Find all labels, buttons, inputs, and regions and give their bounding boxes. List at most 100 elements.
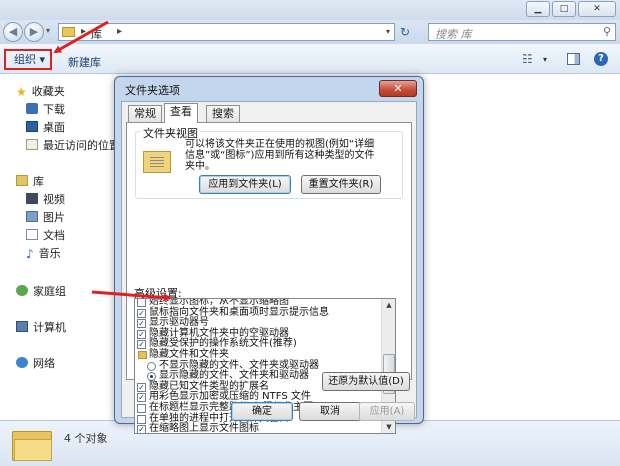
- network-icon: [16, 357, 28, 368]
- nav-label: 文档: [43, 229, 65, 242]
- address-row: ◀ ▶ ▾ ▸ 库 ▸ ▾ ↻ 搜索 库 ⚲: [0, 20, 620, 44]
- back-button[interactable]: ◀: [3, 22, 23, 42]
- cancel-button[interactable]: 取消: [299, 402, 361, 421]
- breadcrumb-separator[interactable]: ▸: [117, 26, 122, 37]
- nav-label: 收藏夹: [31, 85, 65, 98]
- nav-downloads[interactable]: 下载: [26, 101, 65, 117]
- dialog-close-button[interactable]: ✕: [379, 80, 417, 97]
- nav-label: 网络: [33, 357, 55, 370]
- download-folder-icon: [26, 103, 38, 114]
- checkbox-checked-icon[interactable]: ✓: [137, 319, 146, 329]
- refresh-icon[interactable]: ↻: [400, 25, 410, 39]
- recent-pages-dropdown[interactable]: ▾: [46, 26, 50, 35]
- folder-views-description: 可以将该文件夹正在使用的视图(例如“详细信息”或“图标”)应用到所有这种类型的文…: [185, 139, 375, 172]
- nav-label: 库: [33, 175, 44, 188]
- preview-pane-icon[interactable]: [567, 53, 580, 65]
- nav-favorites[interactable]: ★ 收藏夹: [16, 83, 65, 99]
- nav-label: 视频: [43, 193, 65, 206]
- organize-button[interactable]: 组织 ▾: [4, 49, 52, 70]
- desktop-icon: [26, 121, 38, 132]
- radio-icon[interactable]: [147, 361, 156, 371]
- nav-label: 计算机: [33, 321, 66, 334]
- folder-view-icon: [143, 151, 171, 173]
- window-controls: ▁ □ ✕: [526, 1, 616, 17]
- address-bar[interactable]: ▸ 库 ▸ ▾: [58, 23, 395, 41]
- checkbox-checked-icon[interactable]: ✓: [137, 308, 146, 318]
- close-window-button[interactable]: ✕: [578, 1, 616, 17]
- nav-computer[interactable]: 计算机: [16, 319, 66, 335]
- item-count: 4 个对象: [64, 432, 108, 445]
- folder-icon: [138, 350, 147, 359]
- music-note-icon: ♪: [26, 247, 34, 261]
- checkbox-checked-icon[interactable]: ✓: [137, 425, 146, 433]
- nav-music[interactable]: ♪ 音乐: [26, 245, 61, 261]
- advanced-setting-label: 显示驱动器号: [149, 317, 209, 329]
- nav-label: 最近访问的位置: [43, 139, 120, 152]
- ok-button[interactable]: 确定: [231, 402, 293, 421]
- folder-front: [14, 439, 52, 461]
- nav-label: 家庭组: [33, 285, 66, 298]
- nav-videos[interactable]: 视频: [26, 191, 65, 207]
- nav-label: 桌面: [43, 121, 65, 134]
- advanced-setting-item[interactable]: ✓ 在缩略图上显示文件图标: [135, 423, 381, 434]
- advanced-setting-label: 在缩略图上显示文件图标: [149, 423, 259, 434]
- scroll-down-icon[interactable]: ▼: [383, 421, 395, 433]
- nav-label: 下载: [43, 103, 65, 116]
- tab-general[interactable]: 常规: [128, 105, 162, 122]
- advanced-setting-label: 用彩色显示加密或压缩的 NTFS 文件: [149, 391, 311, 403]
- advanced-setting-label: 鼠标指向文件夹和桌面项时显示提示信息: [149, 306, 329, 318]
- folder-icon: [62, 27, 75, 37]
- search-icon[interactable]: ⚲: [603, 25, 611, 38]
- star-icon: ★: [16, 85, 27, 99]
- computer-icon: [16, 321, 28, 332]
- nav-desktop[interactable]: 桌面: [26, 119, 65, 135]
- maximize-button[interactable]: □: [552, 1, 576, 17]
- nav-label: 图片: [43, 211, 65, 224]
- forward-button[interactable]: ▶: [24, 22, 44, 42]
- dialog-title: 文件夹选项: [125, 84, 180, 97]
- new-library-button[interactable]: 新建库: [68, 54, 101, 70]
- reset-folders-button[interactable]: 重置文件夹(R): [301, 175, 381, 194]
- document-icon: [26, 229, 38, 240]
- apply-button: 应用(A): [359, 402, 415, 421]
- picture-icon: [26, 211, 38, 222]
- nav-libraries[interactable]: 库: [16, 173, 44, 189]
- dialog-body: 常规 查看 搜索 文件夹视图 可以将该文件夹正在使用的视图(例如“详细信息”或“…: [121, 101, 417, 434]
- checkbox-icon[interactable]: [137, 414, 146, 424]
- navigation-pane: ★ 收藏夹 下载 桌面 最近访问的位置 库 视频 图片 文档 ♪ 音乐 家庭组 计算…: [0, 75, 120, 420]
- checkbox-icon[interactable]: [137, 299, 146, 307]
- apply-to-folders-button[interactable]: 应用到文件夹(L): [199, 175, 291, 194]
- nav-network[interactable]: 网络: [16, 355, 55, 371]
- nav-homegroup[interactable]: 家庭组: [16, 283, 66, 299]
- checkbox-icon[interactable]: [137, 403, 146, 413]
- advanced-setting-label: 隐藏受保护的操作系统文件(推荐): [149, 338, 297, 350]
- homegroup-icon: [16, 285, 28, 296]
- checkbox-checked-icon[interactable]: ✓: [137, 340, 146, 350]
- breadcrumb-separator[interactable]: ▸: [81, 26, 86, 37]
- view-dropdown[interactable]: ▾: [543, 55, 547, 64]
- change-view-icon[interactable]: ☷: [522, 52, 533, 66]
- nav-recent-places[interactable]: 最近访问的位置: [26, 137, 120, 153]
- scroll-up-icon[interactable]: ▲: [383, 299, 395, 311]
- checkbox-checked-icon[interactable]: ✓: [137, 382, 146, 392]
- checkbox-checked-icon[interactable]: ✓: [137, 393, 146, 403]
- search-input[interactable]: 搜索 库 ⚲: [428, 23, 616, 41]
- minimize-button[interactable]: ▁: [526, 1, 550, 17]
- video-icon: [26, 193, 38, 204]
- checkbox-checked-icon[interactable]: ✓: [137, 329, 146, 339]
- command-bar: 组织 ▾ 新建库 ☷ ▾ ?: [0, 44, 620, 74]
- tab-view[interactable]: 查看: [164, 103, 198, 123]
- advanced-setting-label: 不显示隐藏的文件、文件夹或驱动器: [159, 359, 319, 371]
- nav-pictures[interactable]: 图片: [26, 209, 65, 225]
- help-icon[interactable]: ?: [594, 52, 608, 66]
- tab-search[interactable]: 搜索: [206, 105, 240, 122]
- nav-documents[interactable]: 文档: [26, 227, 65, 243]
- nav-label: 音乐: [38, 247, 61, 260]
- title-bar: ▁ □ ✕: [0, 0, 620, 20]
- breadcrumb-libraries[interactable]: 库: [91, 26, 102, 42]
- library-icon: [16, 175, 28, 186]
- restore-defaults-button[interactable]: 还原为默认值(D): [322, 372, 410, 391]
- library-folder-icon: [12, 427, 52, 461]
- folder-options-dialog: 文件夹选项 ✕ 常规 查看 搜索 文件夹视图 可以将该文件夹正在使用的视图(例如…: [114, 76, 424, 434]
- address-dropdown[interactable]: ▾: [386, 27, 390, 36]
